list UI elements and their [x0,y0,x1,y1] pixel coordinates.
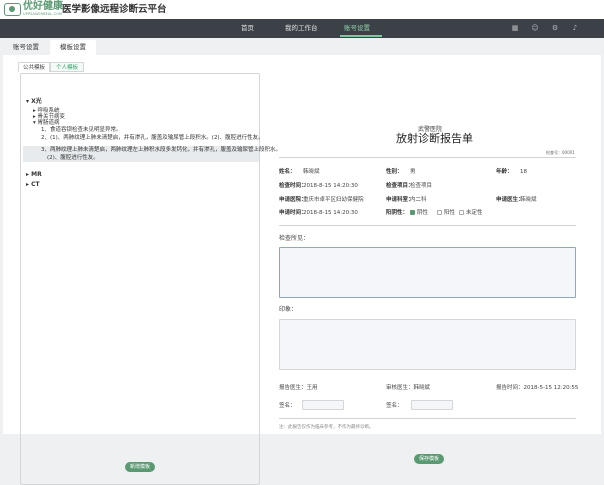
result-undetermined-option[interactable]: 未定性 [459,210,483,216]
tab-account-settings[interactable]: 账号设置 [4,40,48,55]
template-item[interactable]: 2、(1)、两肺纹理上肺未清楚启，并有渗孔，腹盖及输尿管上段积水。(2)、腹腔进… [41,135,264,141]
template-item[interactable]: 1、食道吞钡检查未见明显异常。 [41,127,122,133]
age-label: 年龄： [496,169,513,175]
exam-time: 2018-8-15 14:20:30 [303,183,358,189]
tree-node-gi[interactable]: ▾ 胃肠道病 [33,120,60,126]
patient-sex: 男 [410,169,416,175]
template-item-continued: (2)、腹腔进行性友。 [47,155,99,161]
grid-icon[interactable]: ▦ [511,24,519,32]
tab-template-settings[interactable]: 模板设置 [50,40,96,55]
tree-node-mr[interactable]: ▸ MR [26,172,42,178]
sex-label: 性别： [386,169,403,175]
result-positive-option[interactable]: 阳性 [437,210,455,216]
subtab-personal-templates[interactable]: 个人模板 [50,62,84,72]
add-template-button[interactable]: 新增模板 [125,462,155,472]
bell-icon[interactable]: ♪ [571,24,579,32]
name-label: 姓名： [279,169,296,175]
req-hospital: 重庆市卓平区妇幼保健院 [303,197,364,203]
review-sign-label: 签名： [386,403,403,409]
template-panel: 公共模板 个人模板 ▾ X光 ▸ 呼吸系统 ▸ 骨关节病变 ▾ 胃肠道病 1、食… [18,62,281,485]
settings-icon[interactable]: ⚙ [551,24,559,32]
brand-subtitle: UPPSANORBEAL.COM [23,12,63,16]
patient-age: 18 [520,169,527,175]
brand-logo-icon [4,3,21,16]
divider [279,225,576,226]
impression-textarea[interactable] [279,319,576,370]
req-dept: 内二科 [410,197,427,203]
req-doctor: 韩晓斌 [520,197,537,203]
findings-textarea[interactable] [279,247,576,298]
result-negative-option[interactable]: 阴性 [410,210,428,216]
brand-name: 优好健康 [23,1,63,12]
result-label: 阳阴性： [386,210,409,216]
patient-name: 韩晓斌 [303,169,320,175]
nav-workbench[interactable]: 我的工作台 [285,19,318,38]
divider [279,157,576,158]
report-signature-field[interactable] [302,400,344,410]
impression-label: 印象： [279,306,298,313]
exam-number: 检查号：00001 [546,150,575,155]
page-tabs: 账号设置 模板设置 [0,38,604,55]
top-header: 优好健康 UPPSANORBEAL.COM 医学影像远程诊断云平台 [0,0,604,19]
nav-home[interactable]: 首页 [241,19,254,38]
main-navbar: 首页 我的工作台 账号设置 ▦ ☺ ⚙ ♪ [0,19,604,38]
review-doctor: 审核医生：韩晓斌 [386,385,431,391]
report-title: 放射诊断报告单 [396,132,473,145]
findings-label: 检查所见： [279,235,310,242]
report-time: 报告时间：2018-5-15 12:20:55 [496,385,579,391]
main-panel: 公共模板 个人模板 ▾ X光 ▸ 呼吸系统 ▸ 骨关节病变 ▾ 胃肠道病 1、食… [3,55,601,485]
review-signature-field[interactable] [411,400,453,410]
checkbox-icon[interactable] [459,210,464,215]
template-tree: ▾ X光 ▸ 呼吸系统 ▸ 骨关节病变 ▾ 胃肠道病 1、食道吞钡检查未见明显异… [20,73,281,485]
tree-node-xray[interactable]: ▾ X光 [26,99,42,105]
checkbox-checked-icon[interactable] [410,210,415,215]
platform-title: 医学影像远程诊断云平台 [62,4,167,15]
nav-active-indicator [340,35,382,37]
template-item-selected[interactable]: 3、两肺纹理上肺未清楚启，两肺纹理左上肺积水段多发钙化，并有渗孔，腹盖及输尿管上… [41,147,281,153]
user-icon[interactable]: ☺ [531,24,539,32]
exam-item: 检查项目 [410,183,433,189]
save-template-button[interactable]: 保存模板 [414,454,444,464]
divider [279,418,576,419]
subtab-public-templates[interactable]: 公共模板 [18,62,50,72]
checkbox-icon[interactable] [437,210,442,215]
req-time: 2018-8-15 14:20:30 [303,210,358,216]
report-note: 注：此报告仅作为临床参考，不作为最终诊断。 [279,425,374,430]
tree-node-ct[interactable]: ▸ CT [26,182,40,188]
report-doctor: 报告医生：王用 [279,385,318,391]
sign-label: 签名： [279,403,296,409]
